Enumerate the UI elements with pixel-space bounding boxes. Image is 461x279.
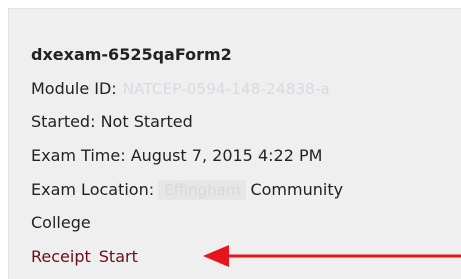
start-link[interactable]: Start (99, 247, 138, 266)
exam-location-row: Exam Location: Effingham Community (31, 180, 343, 200)
exam-time-row: Exam Time: August 7, 2015 4:22 PM (31, 146, 322, 166)
exam-time-value: August 7, 2015 4:22 PM (130, 146, 323, 165)
started-label: Started: (31, 112, 96, 131)
exam-location-suffix: Community (250, 180, 344, 199)
module-id-row: Module ID: NATCEP-0594-148-24838-a (31, 79, 330, 99)
exam-title: dxexam-6525qaForm2 (31, 45, 232, 64)
started-value: Not Started (100, 112, 193, 131)
module-id-value: NATCEP-0594-148-24838-a (122, 80, 330, 98)
exam-location-label: Exam Location: (31, 180, 155, 199)
exam-details-page: dxexam-6525qaForm2 Module ID: NATCEP-0594… (0, 0, 461, 279)
module-id-label: Module ID: (31, 79, 117, 98)
annotation-arrow-icon (203, 245, 461, 267)
exam-location-redacted: Effingham (158, 180, 247, 200)
receipt-link[interactable]: Receipt (31, 247, 91, 266)
arrow-head (203, 245, 229, 267)
exam-location-line2: College (31, 213, 91, 232)
started-row: Started: Not Started (31, 112, 193, 132)
exam-actions: Receipt Start (31, 247, 138, 267)
exam-time-label: Exam Time: (31, 146, 126, 165)
